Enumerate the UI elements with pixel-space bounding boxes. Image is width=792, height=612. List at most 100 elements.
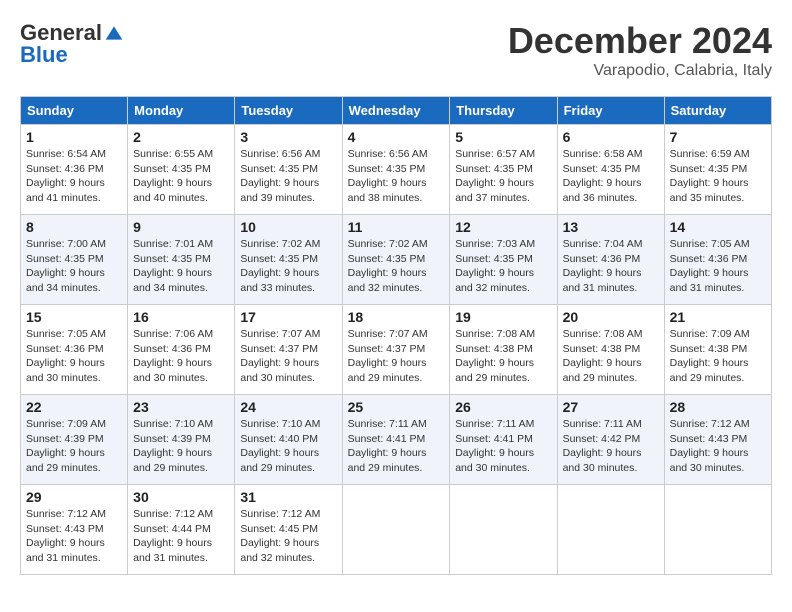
day-info: Sunrise: 7:03 AM Sunset: 4:35 PM Dayligh…	[455, 237, 551, 296]
day-number: 26	[455, 399, 551, 415]
day-info: Sunrise: 7:12 AM Sunset: 4:44 PM Dayligh…	[133, 507, 229, 566]
day-number: 31	[240, 489, 336, 505]
calendar-cell: 12 Sunrise: 7:03 AM Sunset: 4:35 PM Dayl…	[450, 215, 557, 305]
calendar-cell: 22 Sunrise: 7:09 AM Sunset: 4:39 PM Dayl…	[21, 395, 128, 485]
day-number: 27	[563, 399, 659, 415]
calendar-cell: 30 Sunrise: 7:12 AM Sunset: 4:44 PM Dayl…	[128, 485, 235, 575]
weekday-header: Tuesday	[235, 97, 342, 125]
calendar-cell	[342, 485, 450, 575]
day-info: Sunrise: 6:58 AM Sunset: 4:35 PM Dayligh…	[563, 147, 659, 206]
calendar-cell: 6 Sunrise: 6:58 AM Sunset: 4:35 PM Dayli…	[557, 125, 664, 215]
day-info: Sunrise: 7:12 AM Sunset: 4:43 PM Dayligh…	[26, 507, 122, 566]
page-header: General Blue December 2024 Varapodio, Ca…	[20, 20, 772, 80]
day-number: 2	[133, 129, 229, 145]
day-number: 17	[240, 309, 336, 325]
calendar-cell: 28 Sunrise: 7:12 AM Sunset: 4:43 PM Dayl…	[664, 395, 771, 485]
logo-icon	[104, 23, 124, 43]
calendar-cell: 24 Sunrise: 7:10 AM Sunset: 4:40 PM Dayl…	[235, 395, 342, 485]
day-info: Sunrise: 7:07 AM Sunset: 4:37 PM Dayligh…	[240, 327, 336, 386]
calendar-cell: 25 Sunrise: 7:11 AM Sunset: 4:41 PM Dayl…	[342, 395, 450, 485]
title-block: December 2024 Varapodio, Calabria, Italy	[508, 20, 772, 80]
day-info: Sunrise: 7:02 AM Sunset: 4:35 PM Dayligh…	[240, 237, 336, 296]
day-info: Sunrise: 7:10 AM Sunset: 4:40 PM Dayligh…	[240, 417, 336, 476]
day-info: Sunrise: 7:10 AM Sunset: 4:39 PM Dayligh…	[133, 417, 229, 476]
day-number: 1	[26, 129, 122, 145]
calendar-cell	[450, 485, 557, 575]
month-title: December 2024	[508, 20, 772, 62]
logo-blue: Blue	[20, 42, 68, 68]
weekday-header: Friday	[557, 97, 664, 125]
day-number: 28	[670, 399, 766, 415]
day-info: Sunrise: 6:56 AM Sunset: 4:35 PM Dayligh…	[240, 147, 336, 206]
day-number: 3	[240, 129, 336, 145]
day-info: Sunrise: 7:11 AM Sunset: 4:42 PM Dayligh…	[563, 417, 659, 476]
day-info: Sunrise: 6:55 AM Sunset: 4:35 PM Dayligh…	[133, 147, 229, 206]
calendar-cell: 3 Sunrise: 6:56 AM Sunset: 4:35 PM Dayli…	[235, 125, 342, 215]
calendar-cell: 31 Sunrise: 7:12 AM Sunset: 4:45 PM Dayl…	[235, 485, 342, 575]
day-info: Sunrise: 6:57 AM Sunset: 4:35 PM Dayligh…	[455, 147, 551, 206]
day-number: 8	[26, 219, 122, 235]
calendar-cell	[664, 485, 771, 575]
calendar-cell: 4 Sunrise: 6:56 AM Sunset: 4:35 PM Dayli…	[342, 125, 450, 215]
day-info: Sunrise: 6:59 AM Sunset: 4:35 PM Dayligh…	[670, 147, 766, 206]
calendar-week-row: 29 Sunrise: 7:12 AM Sunset: 4:43 PM Dayl…	[21, 485, 772, 575]
weekday-header: Wednesday	[342, 97, 450, 125]
calendar-cell	[557, 485, 664, 575]
day-info: Sunrise: 7:07 AM Sunset: 4:37 PM Dayligh…	[348, 327, 445, 386]
calendar-header-row: SundayMondayTuesdayWednesdayThursdayFrid…	[21, 97, 772, 125]
calendar-cell: 17 Sunrise: 7:07 AM Sunset: 4:37 PM Dayl…	[235, 305, 342, 395]
day-number: 30	[133, 489, 229, 505]
day-info: Sunrise: 7:12 AM Sunset: 4:43 PM Dayligh…	[670, 417, 766, 476]
day-info: Sunrise: 7:08 AM Sunset: 4:38 PM Dayligh…	[455, 327, 551, 386]
weekday-header: Thursday	[450, 97, 557, 125]
day-info: Sunrise: 7:09 AM Sunset: 4:39 PM Dayligh…	[26, 417, 122, 476]
calendar-week-row: 15 Sunrise: 7:05 AM Sunset: 4:36 PM Dayl…	[21, 305, 772, 395]
day-info: Sunrise: 6:56 AM Sunset: 4:35 PM Dayligh…	[348, 147, 445, 206]
day-info: Sunrise: 7:08 AM Sunset: 4:38 PM Dayligh…	[563, 327, 659, 386]
calendar-cell: 8 Sunrise: 7:00 AM Sunset: 4:35 PM Dayli…	[21, 215, 128, 305]
day-number: 23	[133, 399, 229, 415]
calendar-cell: 16 Sunrise: 7:06 AM Sunset: 4:36 PM Dayl…	[128, 305, 235, 395]
calendar-cell: 20 Sunrise: 7:08 AM Sunset: 4:38 PM Dayl…	[557, 305, 664, 395]
calendar-cell: 11 Sunrise: 7:02 AM Sunset: 4:35 PM Dayl…	[342, 215, 450, 305]
calendar-cell: 1 Sunrise: 6:54 AM Sunset: 4:36 PM Dayli…	[21, 125, 128, 215]
day-number: 19	[455, 309, 551, 325]
day-info: Sunrise: 7:09 AM Sunset: 4:38 PM Dayligh…	[670, 327, 766, 386]
day-info: Sunrise: 7:02 AM Sunset: 4:35 PM Dayligh…	[348, 237, 445, 296]
day-number: 21	[670, 309, 766, 325]
day-info: Sunrise: 7:05 AM Sunset: 4:36 PM Dayligh…	[26, 327, 122, 386]
day-number: 18	[348, 309, 445, 325]
day-number: 25	[348, 399, 445, 415]
calendar-cell: 21 Sunrise: 7:09 AM Sunset: 4:38 PM Dayl…	[664, 305, 771, 395]
calendar-cell: 9 Sunrise: 7:01 AM Sunset: 4:35 PM Dayli…	[128, 215, 235, 305]
day-number: 13	[563, 219, 659, 235]
day-number: 10	[240, 219, 336, 235]
day-number: 22	[26, 399, 122, 415]
day-number: 4	[348, 129, 445, 145]
calendar-cell: 10 Sunrise: 7:02 AM Sunset: 4:35 PM Dayl…	[235, 215, 342, 305]
day-number: 20	[563, 309, 659, 325]
day-number: 24	[240, 399, 336, 415]
day-number: 11	[348, 219, 445, 235]
calendar-week-row: 1 Sunrise: 6:54 AM Sunset: 4:36 PM Dayli…	[21, 125, 772, 215]
day-number: 6	[563, 129, 659, 145]
day-number: 5	[455, 129, 551, 145]
day-info: Sunrise: 7:05 AM Sunset: 4:36 PM Dayligh…	[670, 237, 766, 296]
day-info: Sunrise: 7:06 AM Sunset: 4:36 PM Dayligh…	[133, 327, 229, 386]
day-info: Sunrise: 7:01 AM Sunset: 4:35 PM Dayligh…	[133, 237, 229, 296]
day-number: 9	[133, 219, 229, 235]
day-info: Sunrise: 7:00 AM Sunset: 4:35 PM Dayligh…	[26, 237, 122, 296]
calendar-cell: 26 Sunrise: 7:11 AM Sunset: 4:41 PM Dayl…	[450, 395, 557, 485]
day-info: Sunrise: 7:11 AM Sunset: 4:41 PM Dayligh…	[348, 417, 445, 476]
weekday-header: Sunday	[21, 97, 128, 125]
day-number: 7	[670, 129, 766, 145]
calendar-cell: 23 Sunrise: 7:10 AM Sunset: 4:39 PM Dayl…	[128, 395, 235, 485]
calendar-cell: 5 Sunrise: 6:57 AM Sunset: 4:35 PM Dayli…	[450, 125, 557, 215]
calendar-cell: 19 Sunrise: 7:08 AM Sunset: 4:38 PM Dayl…	[450, 305, 557, 395]
day-number: 16	[133, 309, 229, 325]
day-info: Sunrise: 7:11 AM Sunset: 4:41 PM Dayligh…	[455, 417, 551, 476]
calendar-cell: 13 Sunrise: 7:04 AM Sunset: 4:36 PM Dayl…	[557, 215, 664, 305]
day-number: 14	[670, 219, 766, 235]
calendar-cell: 29 Sunrise: 7:12 AM Sunset: 4:43 PM Dayl…	[21, 485, 128, 575]
calendar-cell: 18 Sunrise: 7:07 AM Sunset: 4:37 PM Dayl…	[342, 305, 450, 395]
